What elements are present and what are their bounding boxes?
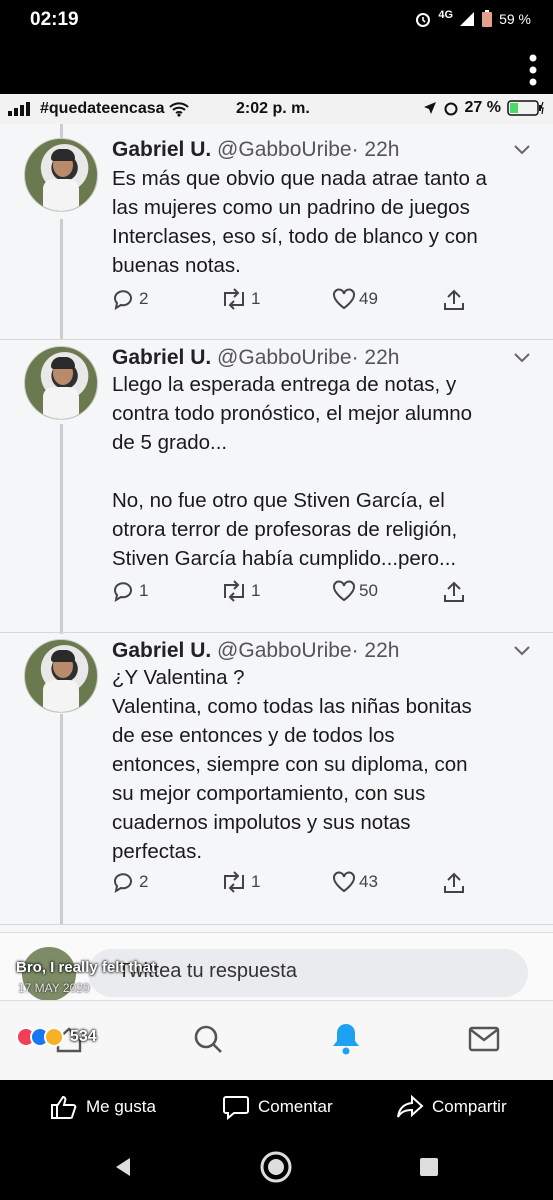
tweet-text: Es más que obvio que nada atrae tanto a … [112,167,487,277]
retweet-icon [224,580,244,602]
search-icon[interactable] [192,1023,224,1055]
post-date: 17 MAY 2020 [18,981,90,995]
retweet-count: 1 [251,872,261,891]
share-button[interactable] [442,288,466,312]
avatar[interactable] [24,138,98,212]
tweet-text: ¿Y Valentina ? Valentina, como todas las… [112,666,472,863]
like-button[interactable]: 49 [332,288,378,310]
retweet-button[interactable]: 1 [220,871,260,893]
retweet-count: 1 [251,289,261,308]
comment-button[interactable]: Comentar [222,1094,333,1120]
author-name[interactable]: Gabriel U. [112,346,211,369]
reply-icon [114,582,132,602]
reply-button[interactable]: 1 [112,580,148,602]
reply-button[interactable]: 2 [112,871,148,893]
retweet-icon [224,871,244,893]
share-label: Compartir [432,1097,507,1116]
author-handle[interactable]: @GabboUribe [217,138,352,161]
tweet-actions: 1 1 50 [112,580,472,606]
reply-icon [114,290,132,310]
author-handle[interactable]: @GabboUribe [217,639,352,662]
tweet-text: Llego la esperada entrega de notas, y co… [112,373,473,570]
network-type: 4G [438,9,454,21]
android-navigation-bar [0,1134,553,1200]
share-icon [444,289,464,310]
author-name[interactable]: Gabriel U. [112,138,211,161]
tweet[interactable]: Gabriel U. @GabboUribe· 22h Es más que o… [0,94,553,339]
chevron-down-icon[interactable] [513,352,531,364]
reactions-summary[interactable]: 534 [16,1027,97,1047]
notifications-bell-icon[interactable] [330,1021,362,1055]
avatar[interactable] [24,639,98,713]
comment-icon [223,1096,249,1120]
reply-count: 2 [139,872,149,891]
reply-button[interactable]: 2 [112,288,148,310]
share-button[interactable] [442,871,466,895]
post-caption: Bro, I really felt that [16,959,157,976]
chevron-down-icon[interactable] [513,144,531,156]
messages-icon[interactable] [468,1025,500,1053]
twitter-tab-bar: 534 [0,1000,553,1080]
battery-level: 59 % [499,11,531,27]
signal-icon [460,12,475,26]
chevron-down-icon[interactable] [513,645,531,657]
tweet-actions: 2 1 43 [112,871,472,897]
share-icon [444,872,464,893]
alarm-icon [416,13,431,27]
divider [0,924,553,925]
avatar[interactable] [24,346,98,420]
tweet[interactable]: Gabriel U. @GabboUribe· 22h ¿Y Valentina… [0,633,553,923]
thumbs-up-icon [51,1095,77,1119]
home-button-icon[interactable] [259,1150,293,1184]
heart-icon [333,580,355,602]
reply-count: 2 [139,289,149,308]
tweet-screenshot: #quedateencasa 2:02 p. m. 27 % Gabriel U… [0,94,553,1080]
like-count: 49 [359,289,378,308]
tweet[interactable]: Gabriel U. @GabboUribe· 22h Llego la esp… [0,340,553,632]
reply-count: 1 [139,581,149,600]
retweet-icon [224,288,244,310]
share-icon [444,581,464,602]
like-count: 43 [359,872,378,891]
back-icon[interactable] [112,1156,134,1178]
status-time: 02:19 [30,9,79,30]
reaction-count: 534 [70,1028,97,1045]
heart-icon [333,288,355,310]
share-arrow-icon [397,1094,424,1118]
tweet-age: · 22h [351,138,400,161]
like-button[interactable]: 43 [332,871,378,893]
like-count: 50 [359,581,378,600]
tweet-age: · 22h [351,639,400,662]
retweet-button[interactable]: 1 [220,580,260,602]
more-options-icon[interactable] [527,52,539,88]
comment-label: Comentar [258,1097,333,1116]
tweet-age: · 22h [351,346,400,369]
tweet-actions: 2 1 49 [112,288,472,314]
recent-apps-icon[interactable] [418,1156,440,1178]
retweet-button[interactable]: 1 [220,288,260,310]
facebook-action-bar: Me gusta Comentar Compartir [0,1080,553,1134]
like-label: Me gusta [86,1097,156,1116]
like-button[interactable]: Me gusta [50,1094,156,1120]
android-status-bar: 02:19 4G 59 % [0,0,553,42]
reply-icon [114,873,132,893]
haha-reaction-icon [44,1027,64,1047]
share-button[interactable] [442,580,466,604]
author-handle[interactable]: @GabboUribe [217,346,352,369]
heart-icon [333,871,355,893]
battery-icon [482,10,493,27]
author-name[interactable]: Gabriel U. [112,639,211,662]
like-button[interactable]: 50 [332,580,378,602]
retweet-count: 1 [251,581,261,600]
share-button[interactable]: Compartir [396,1094,507,1120]
